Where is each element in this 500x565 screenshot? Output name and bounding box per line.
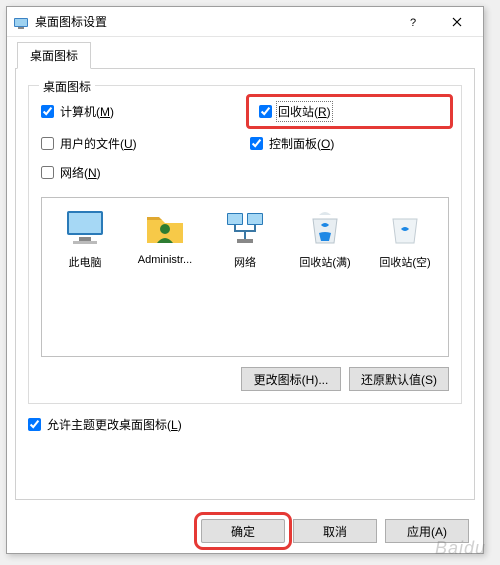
icon-this-pc[interactable]: 此电脑 (48, 208, 122, 346)
restore-default-button[interactable]: 还原默认值(S) (349, 367, 449, 391)
check-computer-box[interactable] (41, 105, 54, 118)
icon-label: 回收站(空) (379, 257, 430, 269)
check-computer[interactable]: 计算机(M) (41, 100, 240, 123)
icon-recycle-empty[interactable]: 回收站(空) (368, 208, 442, 346)
window-title: 桌面图标设置 (35, 13, 391, 30)
check-recycle[interactable]: 回收站(R) (259, 103, 440, 120)
tab-strip: 桌面图标 (7, 41, 483, 68)
check-userfiles-label: 用户的文件(U) (60, 135, 137, 152)
icon-preview-list[interactable]: 此电脑 Administr... 网络 (41, 197, 449, 357)
check-network[interactable]: 网络(N) (41, 164, 240, 181)
check-userfiles[interactable]: 用户的文件(U) (41, 135, 240, 152)
icon-label: 此电脑 (69, 257, 102, 269)
titlebar: 桌面图标设置 ? (7, 7, 483, 37)
check-theme-change-box[interactable] (28, 418, 41, 431)
recycle-empty-icon (381, 208, 429, 248)
close-button[interactable] (435, 8, 479, 36)
tab-body: 桌面图标 计算机(M) 回收站(R) 用户的文件(U) (15, 68, 475, 500)
tab-desktop-icons[interactable]: 桌面图标 (17, 42, 91, 69)
group-desktop-icons: 桌面图标 计算机(M) 回收站(R) 用户的文件(U) (28, 85, 462, 404)
check-theme-change-label: 允许主题更改桌面图标(L) (47, 416, 182, 433)
icon-network[interactable]: 网络 (208, 208, 282, 346)
icon-recycle-full[interactable]: 回收站(满) (288, 208, 362, 346)
check-recycle-label: 回收站(R) (278, 103, 331, 120)
check-network-label: 网络(N) (60, 164, 101, 181)
icon-label: 网络 (234, 257, 256, 269)
recycle-full-icon (301, 208, 349, 248)
dialog-button-row: 确定 取消 应用(A) (201, 519, 469, 543)
icon-button-row: 更改图标(H)... 还原默认值(S) (41, 367, 449, 391)
ok-button[interactable]: 确定 (201, 519, 285, 543)
monitor-icon (61, 208, 109, 248)
app-icon (13, 14, 29, 30)
check-control[interactable]: 控制面板(O) (250, 135, 449, 152)
check-computer-label: 计算机(M) (60, 103, 114, 120)
highlight-recycle: 回收站(R) (246, 94, 453, 129)
check-control-box[interactable] (250, 137, 263, 150)
check-control-label: 控制面板(O) (269, 135, 334, 152)
change-icon-button[interactable]: 更改图标(H)... (241, 367, 341, 391)
check-recycle-box[interactable] (259, 105, 272, 118)
apply-button[interactable]: 应用(A) (385, 519, 469, 543)
icon-admin-folder[interactable]: Administr... (128, 208, 202, 346)
network-icon (221, 208, 269, 248)
check-userfiles-box[interactable] (41, 137, 54, 150)
check-network-box[interactable] (41, 166, 54, 179)
checkbox-grid: 计算机(M) 回收站(R) 用户的文件(U) 控制面板(O) (41, 100, 449, 181)
help-button[interactable]: ? (391, 8, 435, 36)
check-theme-change[interactable]: 允许主题更改桌面图标(L) (28, 416, 462, 433)
icon-label: 回收站(满) (299, 257, 350, 269)
cancel-button[interactable]: 取消 (293, 519, 377, 543)
dialog-window: 桌面图标设置 ? 桌面图标 桌面图标 计算机(M) 回收站(R) (6, 6, 484, 554)
user-folder-icon (141, 208, 189, 248)
svg-text:?: ? (410, 17, 416, 28)
icon-label: Administr... (138, 254, 192, 266)
group-legend: 桌面图标 (39, 78, 95, 95)
